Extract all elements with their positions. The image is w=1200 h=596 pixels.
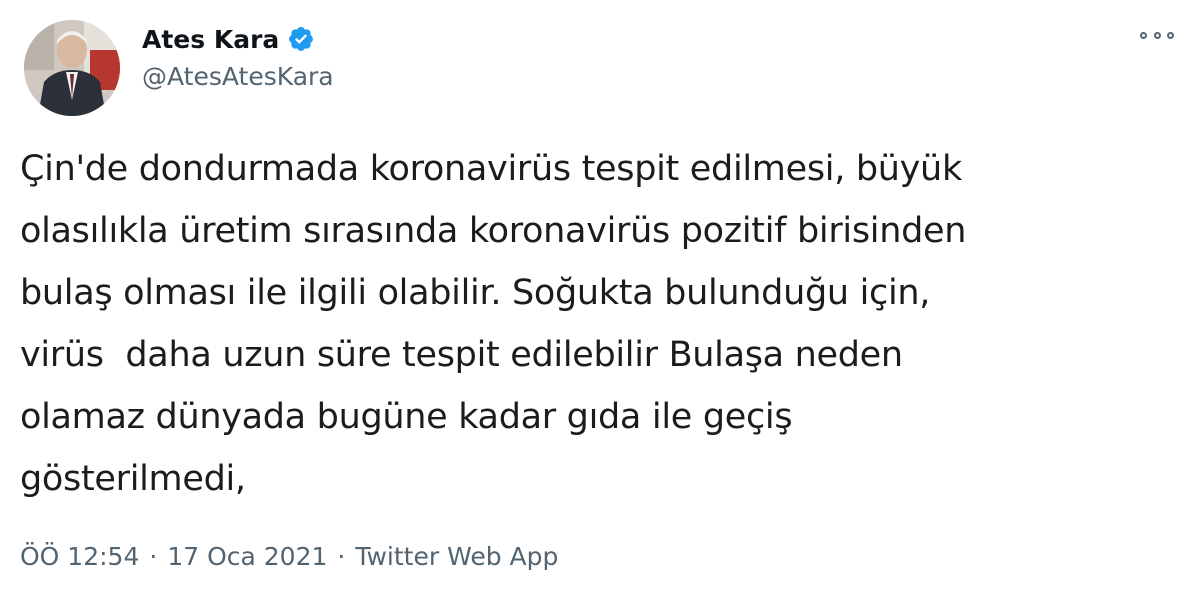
tweet-time[interactable]: ÖÖ 12:54 xyxy=(20,542,139,571)
tweet-card: Ates Kara @AtesAtesKara Çin'de dondurmad… xyxy=(0,0,1200,596)
tweet-date[interactable]: 17 Oca 2021 xyxy=(167,542,327,571)
author-display-name[interactable]: Ates Kara xyxy=(142,25,279,54)
author-handle[interactable]: @AtesAtesKara xyxy=(142,62,334,91)
verified-badge-icon xyxy=(287,25,315,53)
separator: · xyxy=(149,542,158,571)
author-name-row: Ates Kara xyxy=(142,22,315,56)
avatar-photo xyxy=(24,20,120,116)
more-dot xyxy=(1153,31,1161,39)
more-dot xyxy=(1167,31,1174,39)
tweet-source[interactable]: Twitter Web App xyxy=(355,542,558,571)
tweet-meta: ÖÖ 12:54 · 17 Oca 2021 · Twitter Web App xyxy=(20,542,558,571)
more-options-icon[interactable] xyxy=(1140,28,1174,42)
avatar[interactable] xyxy=(24,20,120,116)
tweet-text: Çin'de dondurmada koronavirüs tespit edi… xyxy=(20,149,967,499)
separator: · xyxy=(337,542,346,571)
more-dot xyxy=(1140,31,1147,39)
